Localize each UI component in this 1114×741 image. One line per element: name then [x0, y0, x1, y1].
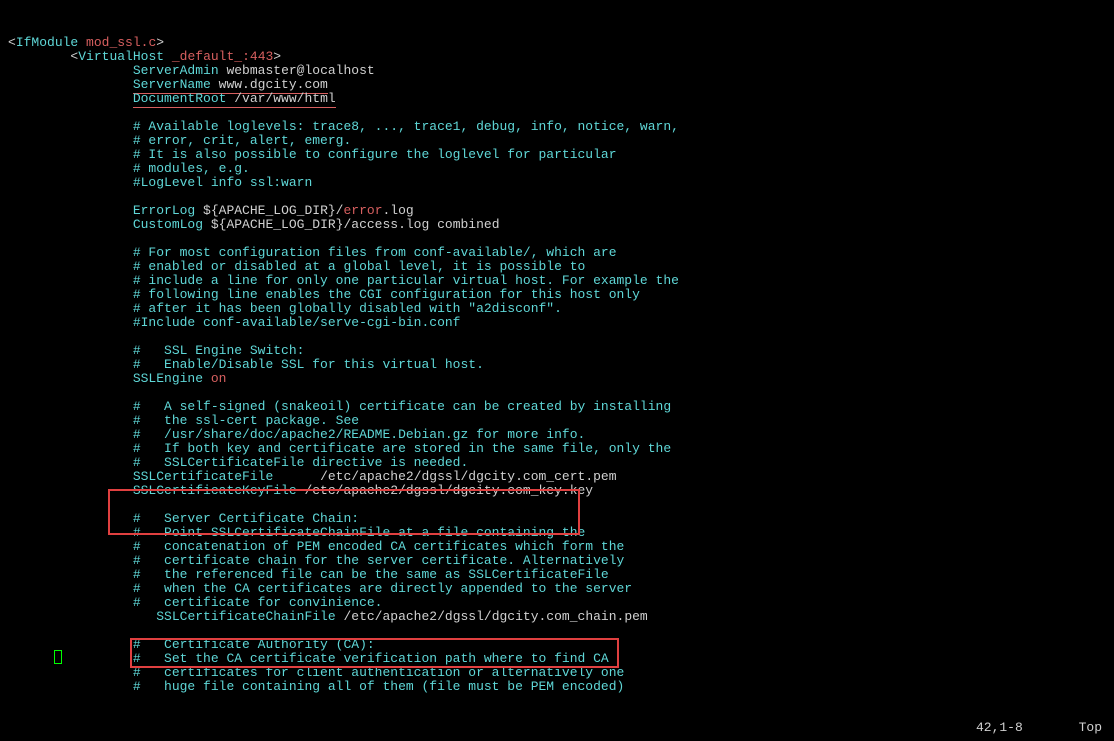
code-line — [8, 498, 1114, 512]
code-line: SSLEngine on — [8, 372, 1114, 386]
code-line — [8, 232, 1114, 246]
code-line: # concatenation of PEM encoded CA certif… — [8, 540, 1114, 554]
code-line — [8, 624, 1114, 638]
code-line: # certificate for convinience. — [8, 596, 1114, 610]
code-line: # modules, e.g. — [8, 162, 1114, 176]
code-line: # the referenced file can be the same as… — [8, 568, 1114, 582]
code-line: # If both key and certificate are stored… — [8, 442, 1114, 456]
code-line: # Available loglevels: trace8, ..., trac… — [8, 120, 1114, 134]
code-line: SSLCertificateFile /etc/apache2/dgssl/dg… — [8, 470, 1114, 484]
code-line: # certificate chain for the server certi… — [8, 554, 1114, 568]
code-line: <VirtualHost _default_:443> — [8, 50, 1114, 64]
cursor-position: 42,1-8 — [976, 720, 1023, 735]
scroll-position: Top — [1079, 720, 1102, 735]
code-line: # following line enables the CGI configu… — [8, 288, 1114, 302]
code-editor[interactable]: <IfModule mod_ssl.c> <VirtualHost _defau… — [0, 0, 1114, 741]
code-line: ServerAdmin webmaster@localhost — [8, 64, 1114, 78]
code-line: # enabled or disabled at a global level,… — [8, 260, 1114, 274]
code-line: # A self-signed (snakeoil) certificate c… — [8, 400, 1114, 414]
vim-statusbar: 42,1-8 Top — [976, 721, 1102, 735]
code-line: # /usr/share/doc/apache2/README.Debian.g… — [8, 428, 1114, 442]
code-line: # certificates for client authentication… — [8, 666, 1114, 680]
code-line: # Enable/Disable SSL for this virtual ho… — [8, 358, 1114, 372]
code-line: <IfModule mod_ssl.c> — [8, 36, 1114, 50]
code-line: ErrorLog ${APACHE_LOG_DIR}/error.log — [8, 204, 1114, 218]
code-line: # SSLCertificateFile directive is needed… — [8, 456, 1114, 470]
code-line: # Certificate Authority (CA): — [8, 638, 1114, 652]
code-line: # It is also possible to configure the l… — [8, 148, 1114, 162]
code-line: # huge file containing all of them (file… — [8, 680, 1114, 694]
code-line: SSLCertificateKeyFile /etc/apache2/dgssl… — [8, 484, 1114, 498]
code-line: # For most configuration files from conf… — [8, 246, 1114, 260]
code-line: # the ssl-cert package. See — [8, 414, 1114, 428]
code-line: # after it has been globally disabled wi… — [8, 302, 1114, 316]
code-content: <IfModule mod_ssl.c> <VirtualHost _defau… — [8, 36, 1114, 694]
code-line — [8, 190, 1114, 204]
cursor — [54, 650, 62, 664]
code-line: # when the CA certificates are directly … — [8, 582, 1114, 596]
code-line: # Server Certificate Chain: — [8, 512, 1114, 526]
code-line: #LogLevel info ssl:warn — [8, 176, 1114, 190]
code-line — [8, 106, 1114, 120]
code-line: DocumentRoot /var/www/html — [8, 92, 1114, 106]
code-line: CustomLog ${APACHE_LOG_DIR}/access.log c… — [8, 218, 1114, 232]
code-line: # Set the CA certificate verification pa… — [8, 652, 1114, 666]
code-line — [8, 386, 1114, 400]
code-line: ServerName www.dgcity.com — [8, 78, 1114, 92]
code-line: #Include conf-available/serve-cgi-bin.co… — [8, 316, 1114, 330]
code-line: # error, crit, alert, emerg. — [8, 134, 1114, 148]
code-line: SSLCertificateChainFile /etc/apache2/dgs… — [8, 610, 1114, 624]
code-line: # Point SSLCertificateChainFile at a fil… — [8, 526, 1114, 540]
code-line: # SSL Engine Switch: — [8, 344, 1114, 358]
code-line: # include a line for only one particular… — [8, 274, 1114, 288]
code-line — [8, 330, 1114, 344]
